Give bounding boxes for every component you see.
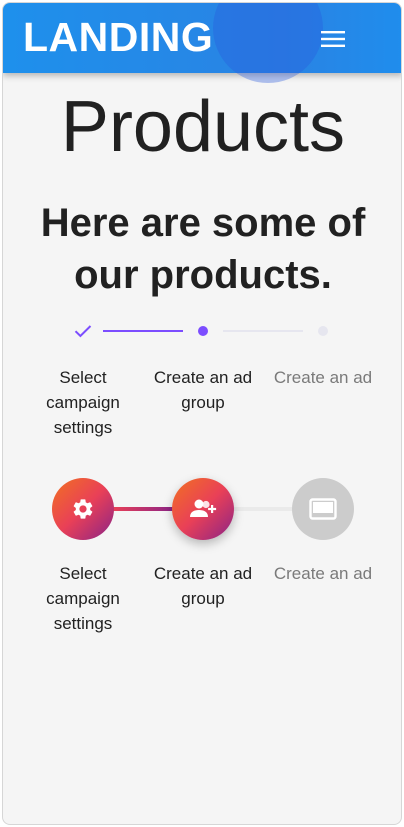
step-label-ad-group: Create an ad group [153, 368, 253, 412]
step-label-campaign-settings: Select campaign settings [46, 564, 120, 633]
custom-icon-stepper: Select campaign settings Create an ad gr… [3, 477, 401, 647]
dot-icon[interactable] [193, 321, 213, 341]
step-label-create-ad: Create an ad [273, 368, 373, 387]
app-bar-decoration [213, 3, 323, 83]
dot-icon[interactable] [313, 321, 333, 341]
step-connector-completed [113, 507, 175, 511]
hamburger-menu-icon [321, 31, 345, 47]
app-frame: LANDING Products Here are some of our pr… [2, 2, 402, 825]
step-circle-ad-group[interactable] [172, 478, 234, 540]
step-circle-create-ad[interactable] [292, 478, 354, 540]
group-add-icon [190, 499, 217, 517]
brand-logo[interactable]: LANDING [23, 14, 213, 60]
check-icon[interactable] [73, 321, 93, 341]
step-label-campaign-settings: Select campaign settings [46, 368, 120, 437]
video-label-icon [309, 498, 337, 520]
app-bar: LANDING [3, 3, 401, 83]
step-circle-campaign-settings[interactable] [52, 478, 114, 540]
settings-gear-icon [73, 499, 93, 519]
basic-stepper: Select campaign settings Create an ad gr… [3, 313, 401, 443]
step-connector-inactive [233, 507, 295, 511]
menu-button[interactable] [315, 21, 351, 57]
step-connector-completed [103, 330, 183, 332]
page-title: Products [60, 87, 346, 167]
step-label-create-ad: Create an ad [273, 564, 373, 583]
step-connector-inactive [223, 330, 303, 332]
step-label-ad-group: Create an ad group [153, 564, 253, 608]
page-subtitle: Here are some of our products. [40, 201, 366, 297]
